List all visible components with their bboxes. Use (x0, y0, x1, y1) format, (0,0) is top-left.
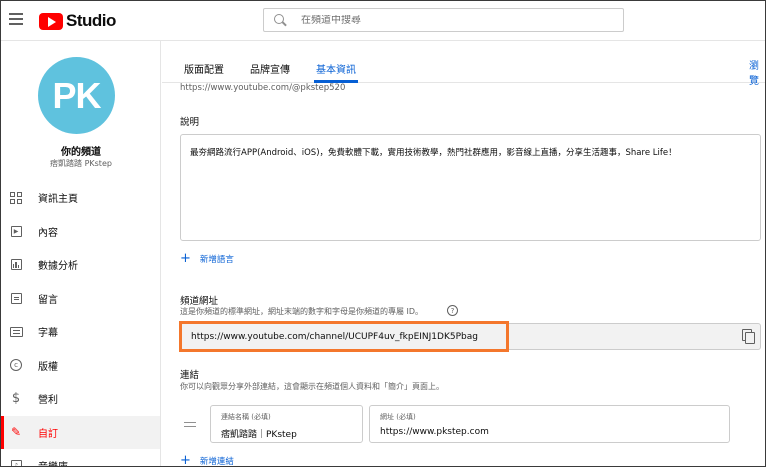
description-textarea[interactable]: 最夯網路流行APP(Android、iOS)，免費軟體下載，實用技術教學，熱門社… (180, 134, 761, 241)
tab-basic-info[interactable]: 基本資訊 (316, 61, 356, 76)
sidebar-item-copyright[interactable]: c 版權 (1, 349, 160, 383)
sidebar-nav: 資訊主頁 ▶ 內容 數據分析 留言 字幕 c 版權 $ 營利 ✎ 自訂 ♪ (1, 181, 160, 466)
top-bar: Studio (1, 1, 765, 41)
sidebar: PK 你的頻道 痞凱踏踏 PKstep 資訊主頁 ▶ 內容 數據分析 留言 字幕… (1, 41, 161, 466)
add-language-button[interactable]: + 新增語言 (180, 252, 234, 265)
links-hint: 你可以向觀眾分享外部連結，這會顯示在頻道個人資料和「簡介」頁面上。 (180, 382, 444, 391)
add-link-button[interactable]: + 新增連結 (180, 453, 234, 467)
content-icon: ▶ (9, 224, 23, 238)
description-text: 最夯網路流行APP(Android、iOS)，免費軟體下載，實用技術教學，熱門社… (190, 148, 677, 158)
sidebar-item-content[interactable]: ▶ 內容 (1, 215, 160, 249)
link-name-field[interactable]: 連結名稱 (必填) 痞凱踏踏｜PKstep (210, 405, 363, 443)
sidebar-item-label: 內容 (38, 227, 58, 239)
add-link-label: 新增連結 (199, 456, 234, 467)
sidebar-item-label: 留言 (38, 294, 58, 306)
plus-icon: + (180, 453, 191, 467)
description-label: 說明 (180, 117, 200, 128)
sidebar-item-monetization[interactable]: $ 營利 (1, 382, 160, 416)
youtube-play-icon (39, 12, 63, 30)
channel-avatar[interactable]: PK (38, 57, 115, 134)
link-url-field[interactable]: 網址 (必填) https://www.pkstep.com (369, 405, 730, 443)
sidebar-item-label: 營利 (38, 395, 58, 407)
link-url-label: 網址 (必填) (380, 413, 416, 421)
link-url-value: https://www.pkstep.com (380, 427, 489, 437)
subtitles-icon (9, 325, 23, 339)
sidebar-item-label: 自訂 (38, 428, 58, 440)
handle-url: https://www.youtube.com/@pkstep520 (180, 83, 346, 93)
sidebar-item-comments[interactable]: 留言 (1, 282, 160, 316)
monetization-icon: $ (11, 391, 21, 407)
app-title: Studio (66, 11, 116, 30)
channel-handle: 痞凱踏踏 PKstep (50, 159, 112, 168)
comments-icon (9, 291, 23, 305)
avatar-logo-text: PK (52, 74, 101, 116)
links-label: 連結 (180, 370, 200, 381)
sidebar-item-subtitles[interactable]: 字幕 (1, 315, 160, 349)
link-name-value: 痞凱踏踏｜PKstep (221, 430, 297, 440)
sidebar-item-label: 音樂庫 (38, 458, 68, 466)
link-name-label: 連結名稱 (必填) (221, 413, 271, 421)
sidebar-item-analytics[interactable]: 數據分析 (1, 248, 160, 282)
channel-url-hint: 這是你頻道的標準網址，網址末端的數字和字母是你頻道的專屬 ID。 (180, 307, 424, 316)
sidebar-item-label: 資訊主頁 (38, 194, 78, 206)
sidebar-item-customization[interactable]: ✎ 自訂 (1, 415, 160, 449)
search-input[interactable] (301, 14, 601, 26)
channel-url-label: 頻道網址 (180, 296, 219, 307)
copy-icon[interactable] (742, 329, 755, 344)
sidebar-item-label: 版權 (38, 361, 58, 373)
studio-window: Studio PK 你的頻道 痞凱踏踏 PKstep 資訊主頁 ▶ 內容 數據分… (0, 0, 766, 467)
channel-title: 你的頻道 (61, 147, 101, 158)
sidebar-item-label: 數據分析 (38, 261, 78, 273)
menu-icon[interactable] (9, 13, 23, 25)
sidebar-item-label: 字幕 (38, 328, 58, 340)
customization-icon: ✎ (10, 425, 22, 440)
sidebar-item-audio-library[interactable]: ♪ 音樂庫 (1, 449, 160, 466)
copyright-icon: c (9, 358, 23, 372)
search-icon[interactable] (274, 13, 287, 27)
plus-icon: + (180, 251, 191, 266)
url-highlight-box (179, 321, 509, 352)
studio-logo[interactable]: Studio (39, 11, 116, 31)
drag-handle-icon[interactable] (184, 422, 196, 427)
tab-branding[interactable]: 品牌宣傳 (250, 61, 290, 76)
add-language-label: 新增語言 (199, 254, 234, 265)
main-content: 版面配置 品牌宣傳 基本資訊 瀏覽 https://www.youtube.co… (162, 41, 765, 467)
view-channel-link[interactable]: 瀏覽 (749, 57, 765, 87)
search-bar[interactable] (263, 8, 624, 32)
audio-library-icon: ♪ (9, 459, 23, 466)
analytics-icon (9, 258, 23, 272)
dashboard-icon (9, 191, 23, 205)
help-icon[interactable]: ? (447, 305, 458, 316)
sidebar-item-dashboard[interactable]: 資訊主頁 (1, 181, 160, 215)
tab-layout[interactable]: 版面配置 (184, 61, 224, 76)
tab-bar: 版面配置 品牌宣傳 基本資訊 瀏覽 (162, 41, 765, 87)
